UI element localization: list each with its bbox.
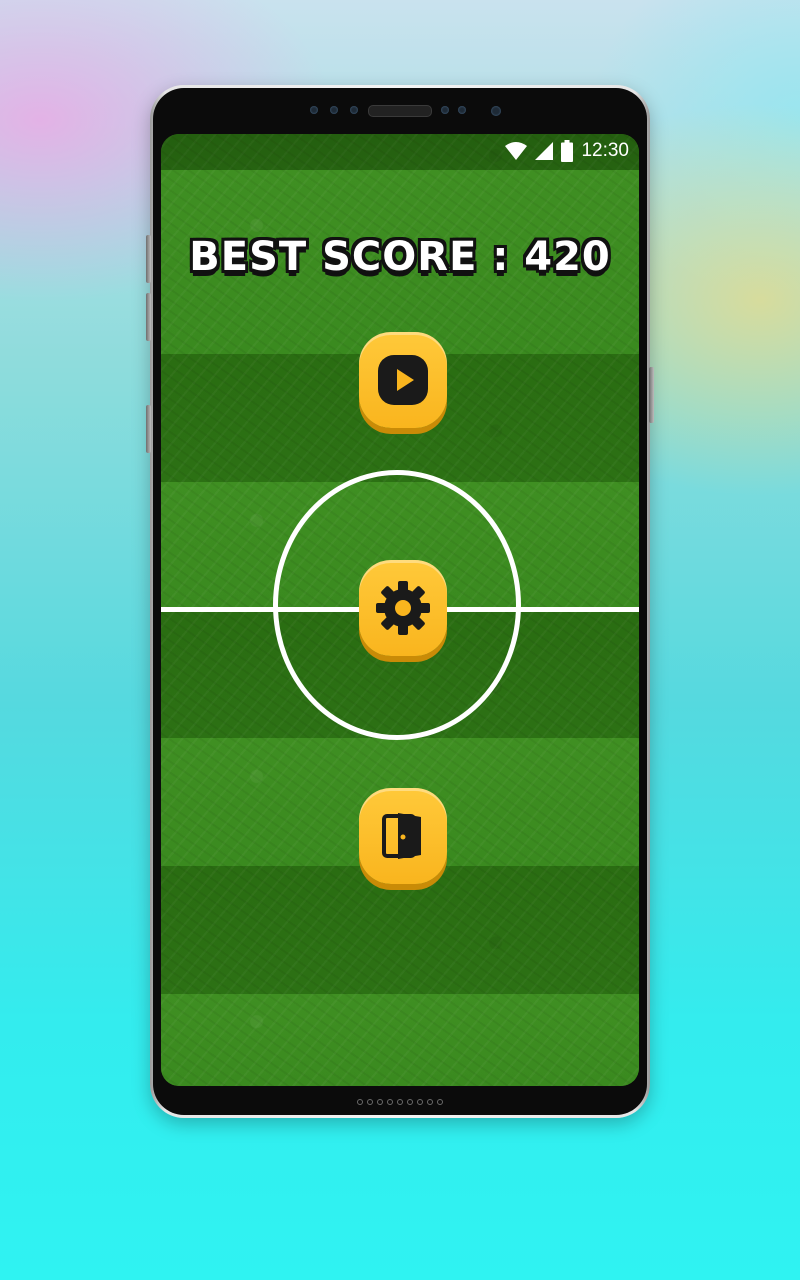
front-camera: [491, 106, 501, 116]
sensor-dot: [330, 106, 338, 114]
settings-button[interactable]: [359, 560, 447, 656]
dot: [397, 1099, 403, 1105]
status-time: 12:30: [581, 140, 629, 161]
status-bar: 12:30: [161, 134, 639, 170]
play-button[interactable]: [359, 332, 447, 428]
sensor-dot: [310, 106, 318, 114]
exit-button[interactable]: [359, 788, 447, 884]
field-stripe: [161, 994, 639, 1086]
volume-down-button: [146, 293, 151, 341]
play-icon: [378, 355, 428, 405]
dot: [367, 1099, 373, 1105]
power-button: [649, 367, 654, 423]
field-stripe: [161, 866, 639, 994]
dot: [387, 1099, 393, 1105]
sensor-dot: [350, 106, 358, 114]
phone-bezel: 12:30 BEST SCORE : 420: [153, 88, 647, 1115]
sensor-dot: [441, 106, 449, 114]
sensor-bar: [153, 105, 647, 126]
best-score-label: BEST SCORE : 420: [189, 234, 611, 280]
sensor-dot: [458, 106, 466, 114]
dot: [417, 1099, 423, 1105]
wifi-icon: [505, 142, 528, 160]
gear-icon: [376, 581, 430, 635]
bottom-dots: [153, 1099, 647, 1105]
phone-frame: 12:30 BEST SCORE : 420: [146, 85, 654, 1118]
assistant-button: [146, 405, 151, 453]
earpiece-speaker: [368, 105, 432, 117]
dot: [377, 1099, 383, 1105]
dot: [437, 1099, 443, 1105]
battery-icon: [561, 140, 574, 162]
volume-up-button: [146, 235, 151, 283]
status-icons: 12:30: [505, 140, 629, 162]
dot: [407, 1099, 413, 1105]
dot: [357, 1099, 363, 1105]
cellular-signal-icon: [535, 142, 554, 160]
dot: [427, 1099, 433, 1105]
game-screen: 12:30 BEST SCORE : 420: [161, 134, 639, 1086]
door-exit-icon: [382, 813, 421, 859]
